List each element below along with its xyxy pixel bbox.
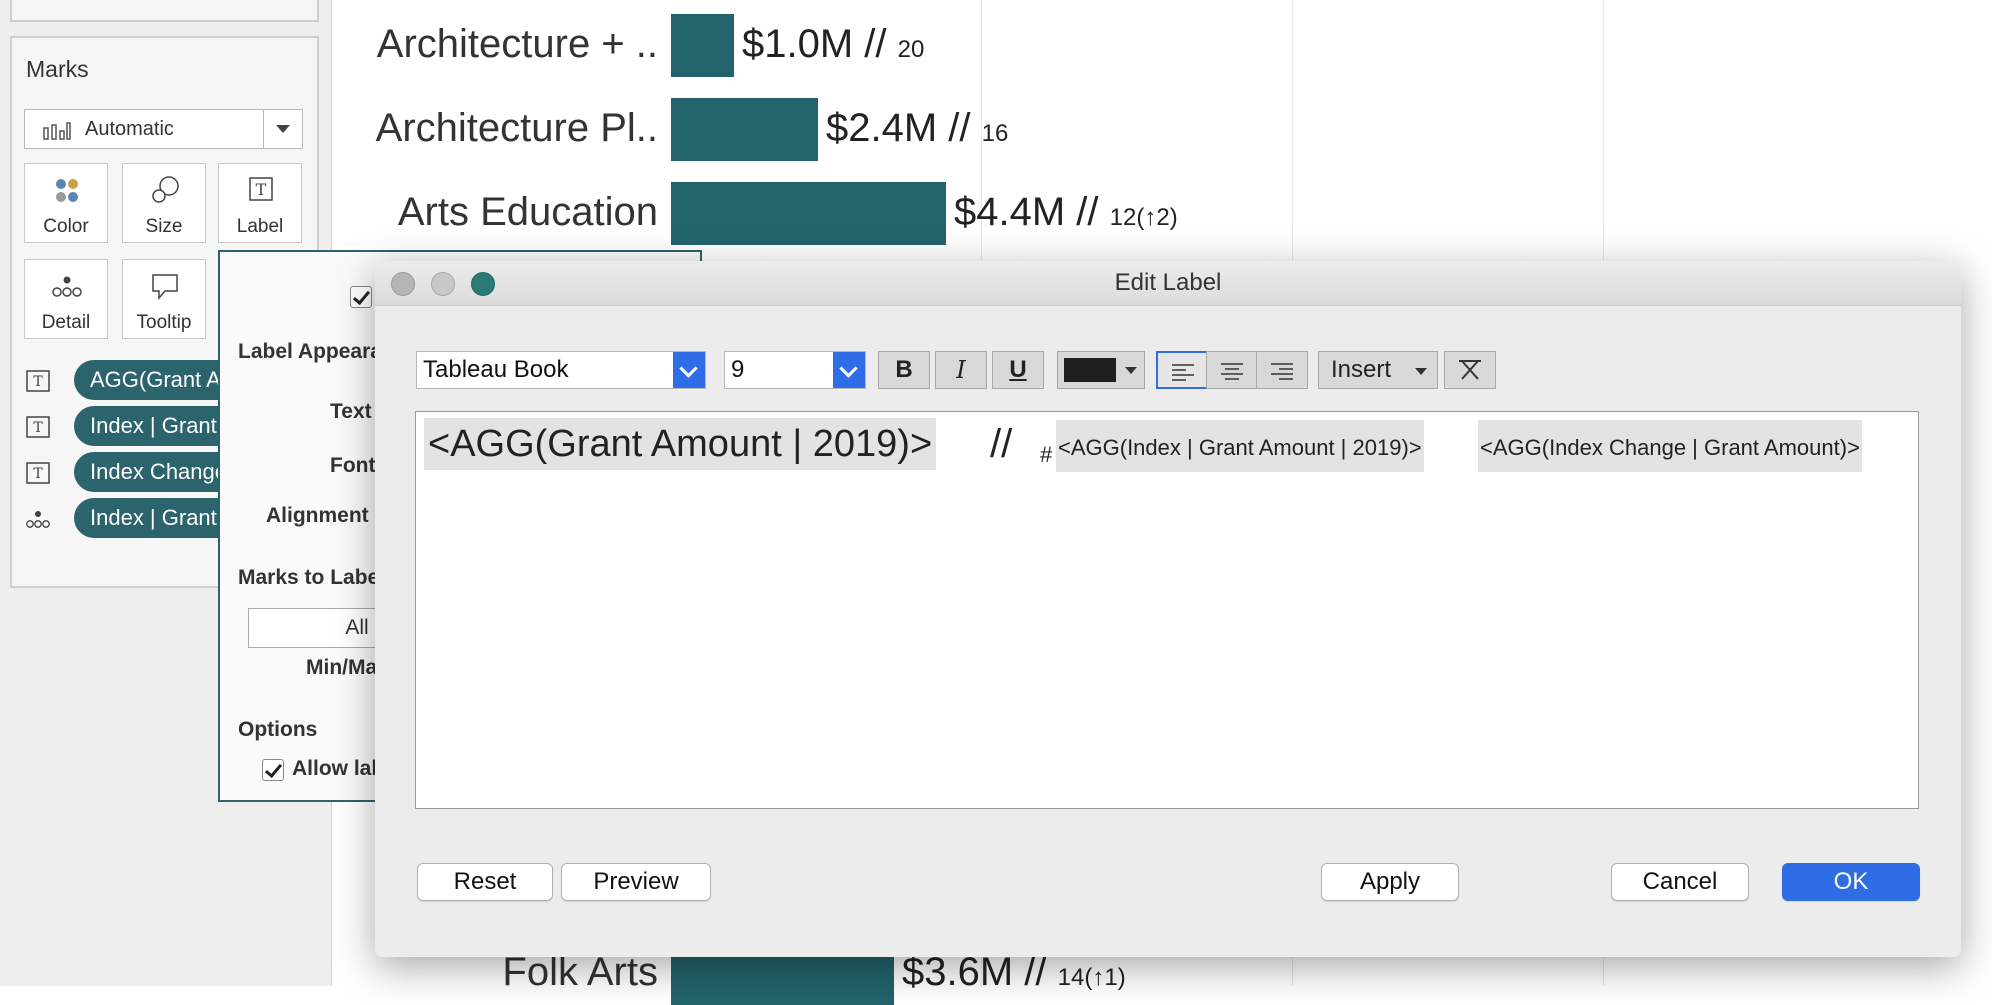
marks-title: Marks [26, 56, 89, 82]
separator-text: // [990, 422, 1013, 466]
ok-button[interactable]: OK [1782, 863, 1920, 901]
font-family-select[interactable]: Tableau Book [416, 351, 706, 389]
category-label: Architecture + .. [376, 22, 658, 66]
field-token[interactable]: <AGG(Grant Amount | 2019)> [424, 418, 937, 470]
text-field-label: Text [330, 400, 372, 423]
detail-button[interactable]: Detail [24, 259, 108, 339]
bar[interactable] [671, 14, 734, 77]
color-icon [56, 179, 78, 202]
chevron-down-icon [1125, 367, 1137, 374]
color-button[interactable]: Color [24, 163, 108, 243]
category-label: Arts Education [397, 190, 658, 234]
mark-type-select[interactable]: Automatic [24, 109, 303, 149]
dialog-title: Edit Label [1114, 269, 1222, 296]
align-right-button[interactable] [1256, 351, 1308, 389]
italic-button[interactable]: I [935, 351, 987, 389]
category-label: Architecture Pl.. [375, 106, 658, 150]
preview-button[interactable]: Preview [561, 863, 711, 901]
font-size-select[interactable]: 9 [724, 351, 866, 389]
font-field-label: Font [330, 454, 376, 477]
chevron-down-icon [1415, 368, 1427, 375]
bar[interactable] [671, 182, 946, 245]
detail-icon [26, 511, 50, 528]
reset-button[interactable]: Reset [417, 863, 553, 901]
align-center-button[interactable] [1206, 351, 1258, 389]
value-label: $4.4M // 12(↑2) [954, 190, 1178, 234]
text-icon: T [249, 177, 273, 201]
detail-icon [52, 276, 82, 297]
marks-to-label-heading: Marks to Label [238, 566, 386, 589]
field-token[interactable]: <AGG(Index Change | Grant Amount)> [1478, 420, 1862, 472]
label-text-editor[interactable]: <AGG(Grant Amount | 2019)> // # <AGG(Ind… [415, 411, 1919, 809]
edit-label-dialog: Edit Label Tableau Book 9 B I U Insert <… [375, 261, 1961, 957]
insert-label: Insert [1331, 356, 1392, 383]
cancel-button[interactable]: Cancel [1611, 863, 1749, 901]
align-left-button[interactable] [1156, 351, 1208, 389]
chevron-down-icon[interactable] [673, 352, 705, 388]
underline-button[interactable]: U [992, 351, 1044, 389]
options-heading: Options [238, 718, 318, 741]
chevron-down-icon[interactable] [263, 110, 302, 148]
value-label: $1.0M // 20 [742, 22, 925, 66]
value-label: $2.4M // 16 [826, 106, 1009, 150]
tooltip-icon [152, 274, 178, 301]
alignment-field-label: Alignment [266, 504, 369, 527]
detail-label: Detail [41, 312, 91, 333]
size-icon [152, 176, 179, 203]
svg-text:T: T [33, 420, 43, 436]
text-icon: T [26, 462, 50, 484]
bold-button[interactable]: B [878, 351, 930, 389]
filters-card [10, 0, 319, 22]
chevron-down-icon[interactable] [833, 352, 865, 388]
field-token[interactable]: <AGG(Index | Grant Amount | 2019)> [1056, 420, 1424, 472]
align-left-icon [1172, 364, 1194, 381]
color-label: Color [43, 216, 89, 237]
align-right-icon [1271, 363, 1293, 380]
font-size-value: 9 [731, 356, 745, 383]
insert-button[interactable]: Insert [1318, 351, 1438, 389]
apply-button[interactable]: Apply [1321, 863, 1459, 901]
bar[interactable] [671, 98, 818, 161]
allow-overlap-checkbox[interactable] [262, 759, 284, 781]
align-center-icon [1221, 363, 1243, 380]
clear-icon [1459, 360, 1481, 380]
mark-type-value: Automatic [85, 118, 174, 140]
color-swatch [1064, 358, 1116, 382]
tooltip-label: Tooltip [136, 312, 192, 333]
clear-formatting-button[interactable] [1444, 351, 1496, 389]
text-icon: T [26, 370, 50, 392]
font-family-value: Tableau Book [423, 356, 569, 383]
svg-text:T: T [256, 180, 267, 199]
hash-text: # [1040, 442, 1053, 467]
svg-text:T: T [33, 374, 43, 390]
bar-chart-icon [43, 122, 71, 140]
label-label: Label [236, 216, 284, 237]
dialog-titlebar[interactable]: Edit Label [375, 261, 1961, 306]
text-color-button[interactable] [1057, 351, 1145, 389]
show-labels-checkbox[interactable] [350, 286, 372, 308]
size-label: Size [145, 216, 183, 237]
size-button[interactable]: Size [122, 163, 206, 243]
label-button[interactable]: T Label [218, 163, 302, 243]
tooltip-button[interactable]: Tooltip [122, 259, 206, 339]
text-icon: T [26, 416, 50, 438]
svg-text:T: T [33, 466, 43, 482]
